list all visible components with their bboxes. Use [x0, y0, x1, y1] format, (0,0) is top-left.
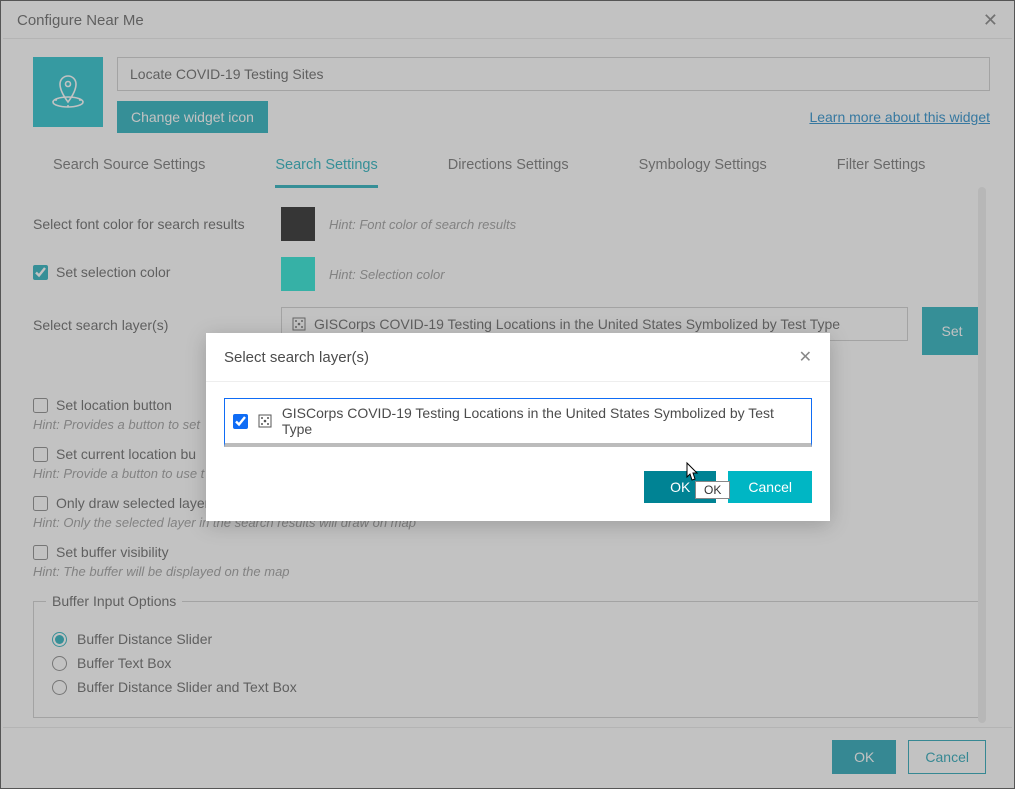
- modal-close-icon[interactable]: ✕: [799, 347, 812, 367]
- modal-cancel-button[interactable]: Cancel: [728, 471, 812, 503]
- layer-option-label: GISCorps COVID-19 Testing Locations in t…: [282, 405, 803, 437]
- layer-option-checkbox[interactable]: [233, 414, 248, 429]
- layer-type-icon: [258, 414, 272, 428]
- modal-title: Select search layer(s): [224, 349, 369, 366]
- layer-option-row[interactable]: GISCorps COVID-19 Testing Locations in t…: [224, 398, 812, 447]
- select-layers-modal: Select search layer(s) ✕ GISCorps COVID-…: [206, 333, 830, 521]
- cursor-tooltip: OK: [695, 481, 730, 499]
